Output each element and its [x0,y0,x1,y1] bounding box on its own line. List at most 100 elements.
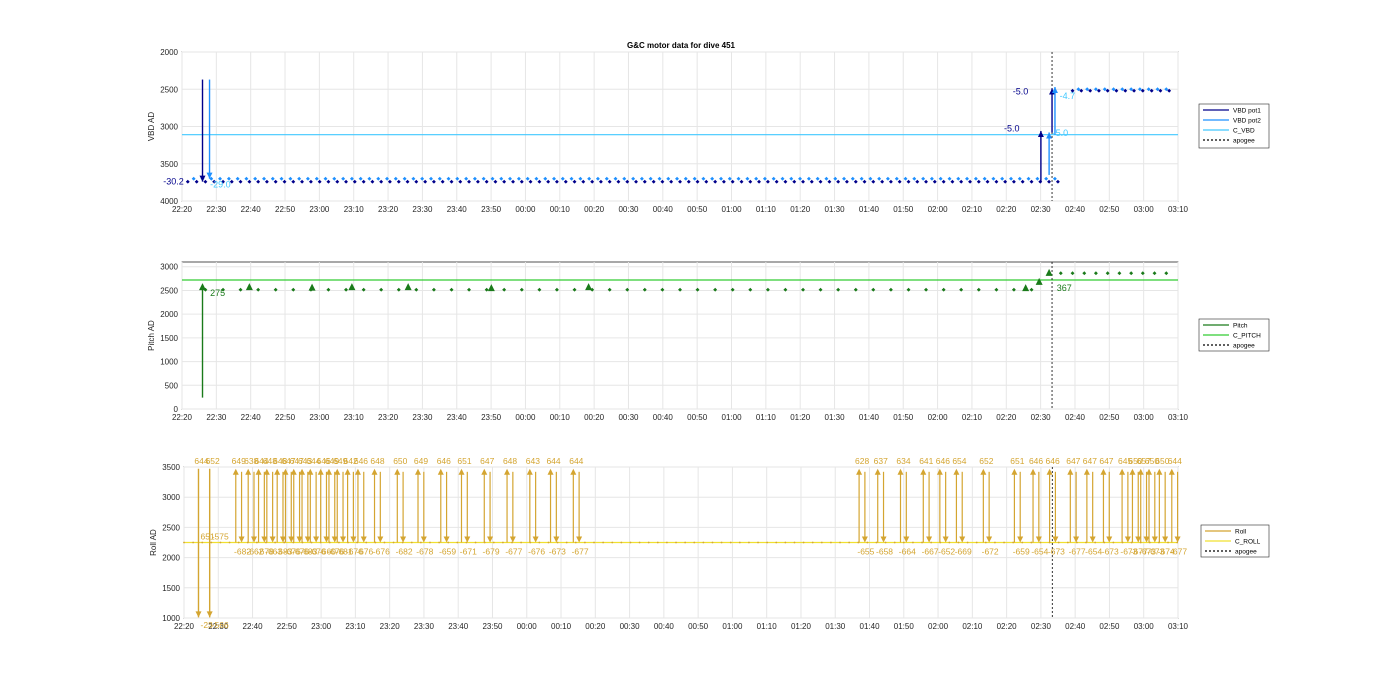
data-point: ◆ [288,176,292,182]
x-tick-label: 02:50 [1099,622,1120,631]
roll-neg-label: -677 [505,547,522,557]
roll-neg-label: -676 [373,547,390,557]
legend-label: C_PITCH [1233,333,1261,340]
data-point: ◆ [306,176,310,182]
roll-baseline-point [183,541,185,544]
roll-baseline-point [675,541,677,544]
x-tick-label: 00:50 [687,413,708,422]
roll-baseline-point [456,541,459,544]
data-point: ◆ [1117,270,1121,276]
roll-baseline-point [1048,541,1051,544]
roll-baseline-point [565,541,568,544]
x-tick-label: 00:30 [620,622,641,631]
data-point: ◆ [719,176,723,182]
roll-panel: 22:20 22:30 22:40 22:50 23:00 23:10 23:20 23:30… [149,456,1270,631]
x-tick-label: 23:00 [309,205,330,214]
roll-neg-label: -677 [572,547,589,557]
roll-baseline-point [210,541,213,544]
roll-baseline-point [246,541,249,544]
roll-pos-label: 647 [1083,456,1097,466]
roll-baseline-point [875,541,878,544]
data-point: ◆ [798,176,802,182]
x-tick-label: 00:10 [550,413,571,422]
x-tick-label: 02:30 [1031,413,1052,422]
data-point: ◆ [291,287,295,293]
data-point: ◆ [467,287,471,293]
data-point: ◆ [520,287,524,293]
roll-neg-label: -664 [899,547,916,557]
data-point: ◆ [315,176,319,182]
y-axis-label: Roll AD [149,529,158,556]
roll-neg-label: -654 [1031,547,1048,557]
x-tick-label: 02:40 [1065,205,1086,214]
x-tick-label: 22:40 [241,205,262,214]
x-tick-label: 00:40 [653,413,674,422]
data-point: ◆ [1120,87,1124,93]
data-point: ◆ [649,176,653,182]
data-point: ◆ [1071,270,1075,276]
roll-neg-label: -677 [1069,547,1086,557]
x-tick-label: 03:00 [1134,205,1155,214]
data-point: ◆ [473,176,477,182]
roll-baseline-point [192,541,195,544]
roll-baseline-point [347,541,349,544]
roll-baseline-point [1030,541,1033,544]
y-tick-label: 1000 [160,358,178,367]
data-label: -5.0 [1053,128,1069,138]
roll-baseline-point [1094,541,1097,544]
data-point: ◆ [921,176,925,182]
data-point: ◆ [1094,87,1098,93]
roll-baseline-point [1076,541,1078,544]
roll-baseline-point [948,541,951,544]
legend-label: C_ROLL [1235,539,1261,546]
data-point: ◆ [994,287,998,293]
x-tick-label: 22:40 [241,413,262,422]
roll-baseline-point [848,541,851,544]
data-point: ◆ [860,176,864,182]
x-tick-label: 02:20 [996,205,1017,214]
data-point: ◆ [1018,176,1022,182]
x-tick-label: 01:10 [757,622,778,631]
roll-baseline-point [219,541,222,544]
roll-baseline-point [356,541,359,544]
data-point: ◆ [833,176,837,182]
data-point: ◆ [570,176,574,182]
data-point: ◆ [262,176,266,182]
x-tick-label: 00:10 [550,205,571,214]
roll-baseline-point [1130,541,1133,544]
roll-pos-label: 643 [526,456,540,466]
data-label: -5.0 [1013,86,1029,96]
y-tick-label: 0 [174,405,179,414]
data-point: ◆ [930,176,934,182]
roll-baseline-point [620,541,623,544]
data-point: ◆ [956,176,960,182]
roll-neg-label: -673 [1048,547,1065,557]
roll-neg-label: -667 [922,547,939,557]
roll-event-neg: -566 [212,620,229,630]
x-tick-label: 02:30 [1031,205,1052,214]
data-point: ◆ [974,176,978,182]
x-tick-label: 23:10 [344,205,365,214]
x-tick-label: 01:20 [790,205,811,214]
roll-baseline-point [984,541,987,544]
roll-pos-label: 647 [480,456,494,466]
data-point: ◆ [464,176,468,182]
data-point: ◆ [801,287,805,293]
data-point: ◆ [502,287,506,293]
x-tick-label: 03:10 [1168,205,1189,214]
roll-baseline-point [966,541,969,544]
data-point: ◆ [1156,87,1160,93]
plot-area [181,261,1179,410]
data-point: ◆ [1053,176,1057,182]
data-point: ◆ [1153,270,1157,276]
roll-neg-label: -678 [416,547,433,557]
roll-baseline-point [656,541,659,544]
data-point: ◆ [517,176,521,182]
data-point: ◆ [332,176,336,182]
data-point: ◆ [737,176,741,182]
data-point: ◆ [789,176,793,182]
roll-baseline-point [1003,541,1005,544]
x-tick-label: 22:20 [174,622,195,631]
data-point: ◆ [977,287,981,293]
x-tick-label: 02:00 [928,622,949,631]
